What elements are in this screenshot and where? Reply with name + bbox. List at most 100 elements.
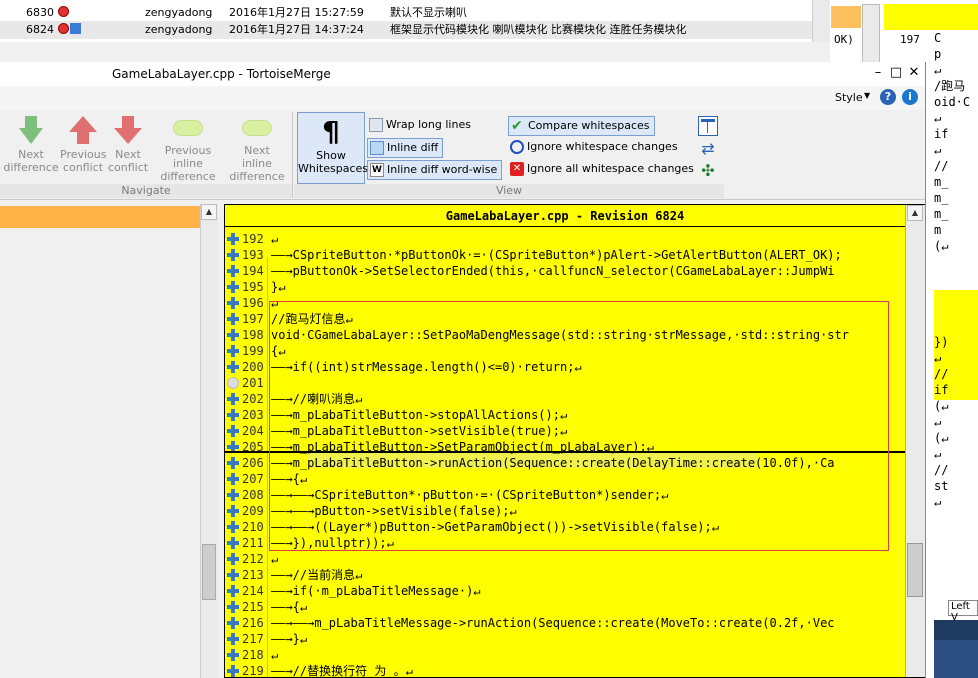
- style-menu[interactable]: Style: [835, 91, 863, 104]
- code-line[interactable]: 215 ——→{↵: [225, 599, 905, 615]
- background-code-line: ↵: [934, 415, 942, 429]
- log-row-selected[interactable]: 6824 zengyadong 2016年1月27日 14:37:24 框架显示…: [0, 21, 812, 39]
- code-line[interactable]: 196 ↵: [225, 295, 905, 311]
- code-line[interactable]: 208 ——→——→CSpriteButton*·pButton·=·(CSpri…: [225, 487, 905, 503]
- background-code-line: [934, 286, 978, 302]
- code-line[interactable]: 194 ——→pButtonOk->SetSelectorEnded(this,·…: [225, 263, 905, 279]
- code-line[interactable]: 204 ——→m_pLabaTitleButton->setVisible(tru…: [225, 423, 905, 439]
- line-text: ——→——→m_pLabaTitleMessage->runAction(Seq…: [271, 616, 835, 630]
- layout-icon[interactable]: [698, 116, 718, 136]
- next-difference-button[interactable]: Next difference: [2, 116, 60, 174]
- line-text: ↵: [271, 648, 279, 662]
- code-line[interactable]: 199 {↵: [225, 343, 905, 359]
- code-line[interactable]: 211 ——→}),nullptr));↵: [225, 535, 905, 551]
- background-code-line: m_: [934, 207, 949, 221]
- added-line-icon: [227, 649, 239, 661]
- code-line[interactable]: 192 ↵: [225, 231, 905, 247]
- navigate-group-label: Navigate: [0, 184, 292, 198]
- compare-whitespaces-button[interactable]: ✔ Compare whitespaces: [508, 116, 655, 136]
- line-text: ↵: [271, 296, 279, 310]
- word-wise-icon: W: [370, 163, 384, 177]
- right-pane-scrollbar[interactable]: ▲: [905, 205, 925, 677]
- code-line[interactable]: 209 ——→——→pButton->setVisible(false);↵: [225, 503, 905, 519]
- code-line[interactable]: 200 ——→if((int)strMessage.length()<=0)·re…: [225, 359, 905, 375]
- scroll-up-button[interactable]: ▲: [201, 204, 217, 220]
- background-code-line: if: [934, 127, 949, 141]
- background-code-line: (↵: [934, 399, 949, 413]
- background-scrollbar[interactable]: [862, 4, 880, 66]
- inline-diff-word-wise-button[interactable]: W Inline diff word-wise: [367, 160, 503, 180]
- code-view[interactable]: 192 ↵ 193 ——→CSpriteButton·*pButtonOk·=·(CS…: [225, 231, 905, 678]
- minimize-button[interactable]: –: [870, 65, 886, 81]
- current-line-marker: [225, 451, 905, 453]
- previous-conflict-button[interactable]: Previous conflict: [60, 116, 107, 174]
- background-code-line: /跑马: [934, 79, 966, 93]
- line-number: 206: [242, 456, 264, 470]
- line-text: ——→//替换换行符 为 。↵: [271, 664, 413, 678]
- tortoisemerge-window: GameLabaLayer.cpp - TortoiseMerge – □ ✕ …: [0, 62, 926, 678]
- code-line[interactable]: 197 //跑马灯信息↵: [225, 311, 905, 327]
- code-line[interactable]: 216 ——→——→m_pLabaTitleMessage->runAction(…: [225, 615, 905, 631]
- code-line[interactable]: 201: [225, 375, 905, 391]
- added-line-icon: [227, 633, 239, 645]
- chevron-down-icon[interactable]: ▼: [864, 91, 870, 100]
- collapse-icon[interactable]: ✣: [698, 162, 718, 182]
- title-bar[interactable]: GameLabaLayer.cpp - TortoiseMerge – □ ✕: [0, 62, 925, 86]
- background-code-line: [934, 270, 978, 286]
- line-text: ——→{↵: [271, 472, 308, 486]
- ignore-all-whitespace-changes-button[interactable]: ✕ Ignore all whitespace changes: [508, 160, 698, 180]
- info-icon[interactable]: i: [902, 89, 918, 105]
- code-line[interactable]: 213 ——→//当前消息↵: [225, 567, 905, 583]
- code-line[interactable]: 217 ——→}↵: [225, 631, 905, 647]
- swap-arrows-icon[interactable]: ⇄: [698, 140, 718, 160]
- code-line[interactable]: 206 ——→m_pLabaTitleButton->runAction(Sequ…: [225, 455, 905, 471]
- code-line[interactable]: 214 ——→if(·m_pLabaTitleMessage·)↵: [225, 583, 905, 599]
- line-text: ——→——→pButton->setVisible(false);↵: [271, 504, 517, 518]
- next-conflict-button[interactable]: Next conflict: [108, 116, 148, 174]
- modified-icon: [58, 23, 69, 34]
- inline-diff-word-wise-label: Inline diff word-wise: [387, 163, 498, 176]
- background-code-line: ↵: [934, 495, 942, 509]
- line-text: ——→//当前消息↵: [271, 568, 363, 582]
- code-line[interactable]: 207 ——→{↵: [225, 471, 905, 487]
- code-line[interactable]: 210 ——→——→((Layer*)pButton->GetParamObjec…: [225, 519, 905, 535]
- ribbon-divider: [292, 112, 293, 198]
- added-line-icon: [227, 617, 239, 629]
- added-line-icon: [227, 345, 239, 357]
- code-line[interactable]: 202 ——→//喇叭消息↵: [225, 391, 905, 407]
- circle-icon: [510, 140, 524, 154]
- background-code-line: [934, 254, 978, 270]
- code-line[interactable]: 198 void·CGameLabaLayer::SetPaoMaDengMess…: [225, 327, 905, 343]
- code-line[interactable]: 203 ——→m_pLabaTitleButton->stopAllActions…: [225, 407, 905, 423]
- next-inline-difference-label: Next inline difference: [229, 144, 285, 183]
- line-text: }↵: [271, 280, 286, 294]
- scroll-up-button[interactable]: ▲: [907, 205, 923, 221]
- log-scrollbar[interactable]: [812, 0, 830, 42]
- previous-inline-difference-button[interactable]: Previous inline difference: [150, 116, 226, 183]
- code-line[interactable]: 193 ——→CSpriteButton·*pButtonOk·=·(CSprit…: [225, 247, 905, 263]
- close-button[interactable]: ✕: [906, 65, 922, 81]
- code-line[interactable]: 195}↵: [225, 279, 905, 295]
- background-code-line: ↵: [934, 111, 942, 125]
- next-inline-difference-button[interactable]: Next inline difference: [228, 116, 286, 183]
- code-line[interactable]: 218 ↵: [225, 647, 905, 663]
- log-row[interactable]: 6830 zengyadong 2016年1月27日 15:27:59 默认不显…: [0, 4, 812, 22]
- line-text: ↵: [271, 552, 279, 566]
- previous-conflict-label: Previous conflict: [60, 148, 107, 174]
- wrap-long-lines-button[interactable]: Wrap long lines: [367, 116, 475, 136]
- inline-diff-button[interactable]: Inline diff: [367, 138, 444, 158]
- left-pane-scrollbar[interactable]: ▲: [200, 204, 218, 678]
- scroll-thumb[interactable]: [202, 544, 216, 600]
- ignore-whitespace-changes-button[interactable]: Ignore whitespace changes: [508, 138, 682, 158]
- help-icon[interactable]: ?: [880, 89, 896, 105]
- inline-diff-label: Inline diff: [387, 141, 439, 154]
- show-whitespaces-button[interactable]: ¶ Show Whitespaces: [297, 112, 368, 184]
- revision-log-list: 6830 zengyadong 2016年1月27日 15:27:59 默认不显…: [0, 0, 830, 42]
- scroll-thumb[interactable]: [907, 543, 923, 597]
- maximize-button[interactable]: □: [888, 65, 904, 81]
- left-view-tab[interactable]: Left V: [948, 600, 978, 623]
- code-line[interactable]: 219 ——→//替换换行符 为 。↵: [225, 663, 905, 678]
- background-yellow-header: [884, 4, 978, 30]
- code-line[interactable]: 212 ↵: [225, 551, 905, 567]
- background-code-line: ↵: [934, 143, 942, 157]
